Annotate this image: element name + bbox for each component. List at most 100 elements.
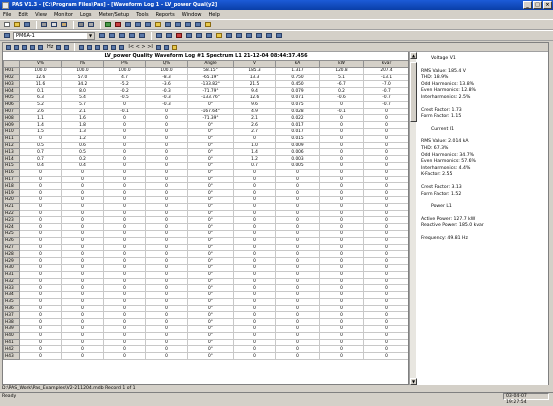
table-cell[interactable]: 0° bbox=[187, 100, 234, 109]
table-cell[interactable]: 207.4 bbox=[363, 66, 408, 75]
table-cell[interactable]: 0° bbox=[187, 311, 234, 320]
table-cell[interactable]: 0 bbox=[319, 189, 364, 197]
table-cell[interactable]: 0 bbox=[145, 121, 188, 129]
table-cell[interactable]: 0 bbox=[103, 216, 146, 225]
table-cell[interactable]: 0.071 bbox=[275, 93, 320, 102]
column-header[interactable]: V% bbox=[19, 60, 62, 68]
meter-setup-icon[interactable] bbox=[155, 32, 163, 40]
table-cell[interactable]: 0 bbox=[363, 195, 408, 204]
table-cell[interactable]: 0 bbox=[145, 216, 188, 225]
table-cell[interactable]: 0 bbox=[61, 277, 104, 286]
table-cell[interactable]: 0° bbox=[187, 338, 234, 347]
table-cell[interactable]: 0 bbox=[103, 297, 146, 306]
table-cell[interactable]: 0 bbox=[363, 175, 408, 184]
table-cell[interactable]: 0 bbox=[103, 223, 146, 231]
table-cell[interactable]: 0 bbox=[275, 202, 320, 211]
table-cell[interactable]: 0° bbox=[187, 155, 234, 163]
table-cell[interactable]: 0 bbox=[319, 345, 364, 354]
table-cell[interactable]: 0 bbox=[233, 325, 276, 333]
table-cell[interactable]: 0 bbox=[145, 338, 188, 347]
data-log-icon[interactable] bbox=[108, 32, 116, 40]
row-header[interactable]: H37 bbox=[3, 311, 20, 320]
cut-icon[interactable] bbox=[40, 21, 48, 29]
table-cell[interactable]: 0 bbox=[319, 325, 364, 333]
table-cell[interactable]: 0 bbox=[19, 277, 62, 286]
table-cell[interactable]: 0 bbox=[103, 155, 146, 163]
table-cell[interactable]: 0 bbox=[103, 345, 146, 354]
row-header[interactable]: H02 bbox=[3, 73, 20, 82]
table-cell[interactable]: 0 bbox=[61, 175, 104, 184]
table-cell[interactable]: 0° bbox=[187, 182, 234, 191]
table-cell[interactable]: 0 bbox=[319, 229, 364, 238]
row-header[interactable]: H32 bbox=[3, 277, 20, 286]
table-cell[interactable]: 2.6 bbox=[233, 121, 276, 129]
table-row[interactable]: H27 0 0 0 0 0° 0 0 0 0 bbox=[3, 243, 408, 252]
row-header[interactable]: H24 bbox=[3, 223, 20, 231]
table-row[interactable]: H40 0 0 0 0 0° 0 0 0 0 bbox=[3, 331, 408, 340]
table-cell[interactable]: 0 bbox=[363, 352, 408, 361]
rms-view-icon[interactable] bbox=[13, 44, 20, 51]
table-row[interactable]: H37 0 0 0 0 0° 0 0 0 0 bbox=[3, 311, 408, 320]
table-cell[interactable]: 0 bbox=[233, 331, 276, 340]
row-header[interactable]: H29 bbox=[3, 257, 20, 265]
table-cell[interactable]: 0 bbox=[103, 338, 146, 347]
table-cell[interactable]: 0 bbox=[363, 114, 408, 123]
table-cell[interactable]: 0 bbox=[19, 182, 62, 191]
table-cell[interactable]: -0.6 bbox=[319, 93, 364, 102]
table-cell[interactable]: 2.1 bbox=[61, 107, 104, 116]
channel-v1-icon[interactable] bbox=[78, 44, 85, 51]
table-cell[interactable]: 13.3 bbox=[233, 73, 276, 82]
table-cell[interactable]: -133.82° bbox=[187, 80, 234, 89]
table-cell[interactable]: -0.1 bbox=[319, 107, 364, 116]
table-cell[interactable]: 0 bbox=[61, 345, 104, 354]
table-row[interactable]: H28 0 0 0 0 0° 0 0 0 0 bbox=[3, 250, 408, 259]
table-cell[interactable]: -71.79° bbox=[187, 87, 234, 95]
chevron-down-icon[interactable]: ▼ bbox=[87, 32, 94, 39]
table-row[interactable]: H35 0 0 0 0 0° 0 0 0 0 bbox=[3, 297, 408, 306]
calendar-icon[interactable] bbox=[138, 32, 146, 40]
row-header[interactable]: H03 bbox=[3, 80, 20, 89]
table-row[interactable]: H15 0.4 0.4 0 0 0° 0.7 0.005 0 0 bbox=[3, 161, 408, 170]
table-cell[interactable]: 0 bbox=[103, 352, 146, 361]
table-cell[interactable]: 0 bbox=[233, 195, 276, 204]
menu-logs[interactable]: Logs bbox=[80, 12, 92, 18]
table-cell[interactable]: 0 bbox=[103, 100, 146, 109]
table-cell[interactable]: 0 bbox=[61, 257, 104, 265]
table-cell[interactable]: -0.3 bbox=[145, 100, 188, 109]
table-cell[interactable]: 0 bbox=[103, 134, 146, 143]
table-cell[interactable]: 0° bbox=[187, 121, 234, 129]
table-row[interactable]: H09 1.4 1.8 0 0 0° 2.6 0.017 0 0 bbox=[3, 121, 408, 129]
table-row[interactable]: H25 0 0 0 0 0° 0 0 0 0 bbox=[3, 229, 408, 238]
table-cell[interactable]: 0 bbox=[363, 236, 408, 245]
table-cell[interactable]: 1.2 bbox=[61, 134, 104, 143]
menu-reports[interactable]: Reports bbox=[156, 12, 175, 18]
table-row[interactable]: H23 0 0 0 0 0° 0 0 0 0 bbox=[3, 216, 408, 225]
open-folder-icon[interactable] bbox=[13, 21, 21, 29]
table-cell[interactable]: 0 bbox=[19, 304, 62, 313]
table-cell[interactable]: 0.750 bbox=[275, 73, 320, 82]
table-cell[interactable]: 0° bbox=[187, 352, 234, 361]
table-cell[interactable]: 0 bbox=[145, 297, 188, 306]
table-cell[interactable]: 0 bbox=[319, 168, 364, 177]
clock-icon[interactable] bbox=[165, 32, 173, 40]
table-cell[interactable]: 0 bbox=[363, 223, 408, 231]
row-header[interactable]: H10 bbox=[3, 127, 20, 136]
table-cell[interactable]: 0 bbox=[103, 141, 146, 150]
table-cell[interactable]: 0 bbox=[233, 175, 276, 184]
table-cell[interactable]: 5.7 bbox=[61, 100, 104, 109]
table-cell[interactable]: 0° bbox=[187, 236, 234, 245]
minimize-button[interactable]: _ bbox=[523, 1, 532, 9]
table-cell[interactable]: 0 bbox=[19, 216, 62, 225]
table-cell[interactable]: 0° bbox=[187, 284, 234, 293]
table-cell[interactable]: 0 bbox=[233, 257, 276, 265]
table-cell[interactable]: 0 bbox=[275, 304, 320, 313]
table-cell[interactable]: 0 bbox=[145, 127, 188, 136]
table-cell[interactable]: 0 bbox=[319, 284, 364, 293]
table-cell[interactable]: 0 bbox=[319, 318, 364, 327]
column-header[interactable]: kvar bbox=[363, 60, 408, 68]
table-cell[interactable]: 0 bbox=[233, 229, 276, 238]
table-cell[interactable]: 0 bbox=[233, 291, 276, 299]
table-cell[interactable]: -71.39° bbox=[187, 114, 234, 123]
table-cell[interactable]: 0 bbox=[61, 318, 104, 327]
table-cell[interactable]: 0 bbox=[145, 182, 188, 191]
